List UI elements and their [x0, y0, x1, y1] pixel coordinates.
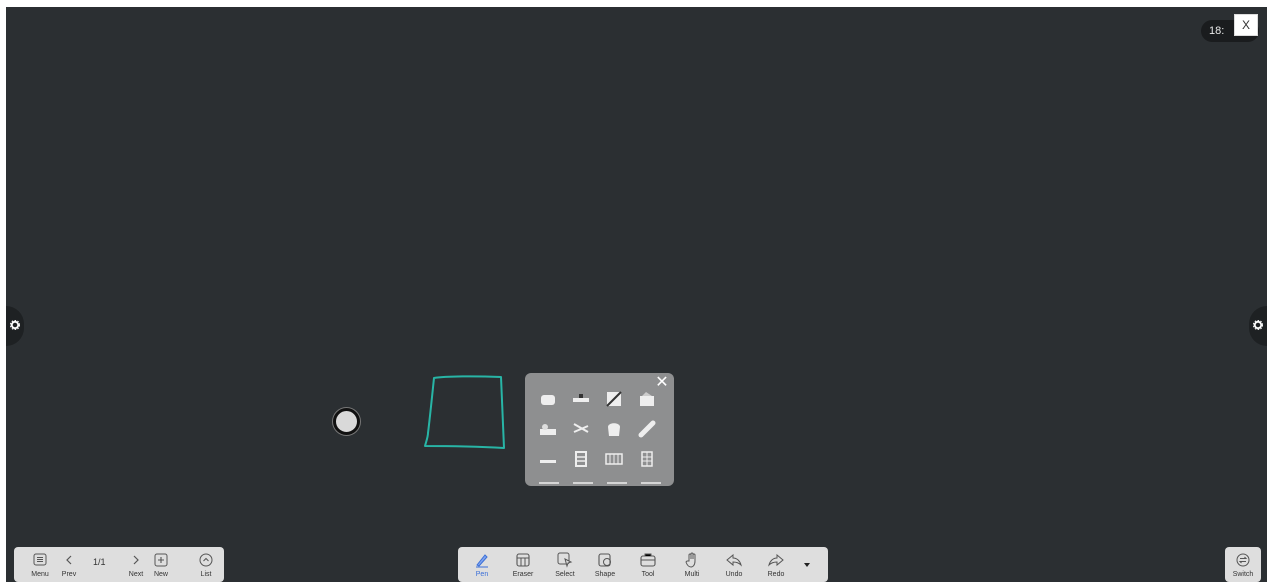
shape-icon [598, 552, 611, 567]
chevron-left-icon [66, 555, 72, 564]
tool-label: Tool [641, 571, 655, 578]
toast-icon[interactable] [605, 420, 623, 438]
bakery-tray-icon[interactable] [539, 420, 557, 438]
baguette-icon[interactable] [572, 390, 590, 408]
prev-label: Prev [61, 571, 77, 578]
pen-icon [476, 553, 488, 567]
more-tools-button[interactable] [797, 547, 817, 582]
switch-icon [1236, 553, 1250, 566]
select-label: Select [555, 571, 575, 578]
gear-icon [1253, 320, 1263, 330]
chevron-right-icon [133, 555, 139, 564]
list-circle-icon [199, 553, 213, 566]
bread-slice-icon[interactable] [539, 390, 557, 408]
multi-label: Multi [684, 571, 700, 578]
whiteboard-canvas[interactable]: 18: X ✕ Menu Prev 1/1 Next New List Pen … [6, 7, 1267, 582]
page-toolbar: Menu Prev 1/1 Next New List [14, 547, 224, 582]
loaf-icon[interactable] [638, 420, 656, 438]
clock-text: 18: [1209, 25, 1225, 37]
tool-tool-button[interactable]: Tool [625, 547, 671, 582]
new-page-button[interactable]: New [149, 547, 173, 582]
pen-cursor-dot[interactable] [333, 408, 360, 435]
prev-button[interactable]: Prev [57, 547, 81, 582]
gear-icon [10, 320, 20, 330]
redo-button[interactable]: Redo [755, 547, 797, 582]
menu-button[interactable]: Menu [28, 547, 52, 582]
close-icon[interactable]: ✕ [654, 375, 670, 391]
menu-label: Menu [31, 571, 49, 578]
list-label: List [200, 571, 212, 578]
drawn-stroke [424, 375, 505, 449]
plus-box-icon [154, 553, 168, 566]
list-button[interactable]: List [194, 547, 218, 582]
switch-button[interactable]: Switch [1225, 547, 1261, 582]
hand-icon [685, 552, 696, 568]
select-icon [557, 552, 573, 568]
eraser-tool-button[interactable]: Eraser [501, 547, 545, 582]
switch-toolbar: Switch [1225, 547, 1261, 582]
left-settings-tab[interactable] [6, 306, 24, 346]
caret-down-icon [804, 562, 810, 567]
eraser-icon [516, 552, 530, 567]
grid-wide-icon[interactable] [605, 450, 623, 468]
grid-narrow-icon[interactable] [638, 450, 656, 468]
shape-picker-panel: ✕ [525, 373, 674, 486]
close-button[interactable]: X [1234, 14, 1258, 36]
cheese-icon[interactable] [605, 390, 623, 408]
pen-tool-button[interactable]: Pen [463, 547, 501, 582]
tool-toolbar: Pen Eraser Select Shape Tool Multi Undo [458, 547, 828, 582]
menu-icon [33, 553, 47, 566]
next-label: Next [128, 571, 144, 578]
right-settings-tab[interactable] [1249, 306, 1267, 346]
switch-label: Switch [1232, 571, 1254, 578]
pen-label: Pen [475, 571, 489, 578]
scissors-icon[interactable] [572, 420, 590, 438]
redo-icon [768, 553, 784, 567]
new-label: New [153, 571, 168, 578]
eraser-label: Eraser [512, 571, 534, 578]
toolbox-icon [640, 553, 656, 567]
multi-touch-button[interactable]: Multi [671, 547, 713, 582]
next-button[interactable]: Next [124, 547, 148, 582]
redo-label: Redo [767, 571, 785, 578]
page-counter: 1/1 [93, 557, 106, 567]
ladder-icon[interactable] [572, 450, 590, 468]
select-tool-button[interactable]: Select [545, 547, 585, 582]
shape-label: Shape [594, 571, 616, 578]
shape-tool-button[interactable]: Shape [585, 547, 625, 582]
ruler-icon[interactable] [539, 450, 557, 468]
undo-button[interactable]: Undo [713, 547, 755, 582]
undo-icon [726, 553, 742, 567]
undo-label: Undo [725, 571, 743, 578]
cake-icon[interactable] [638, 390, 656, 408]
